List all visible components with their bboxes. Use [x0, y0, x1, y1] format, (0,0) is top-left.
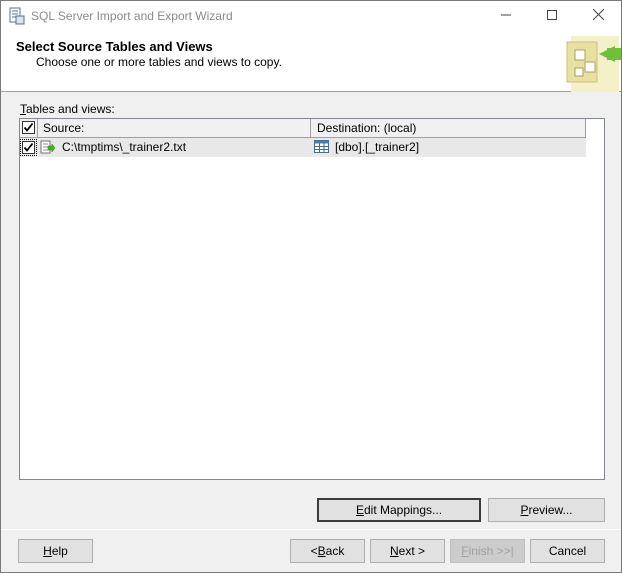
- page-subtitle: Choose one or more tables and views to c…: [36, 55, 282, 69]
- title-bar[interactable]: SQL Server Import and Export Wizard: [1, 1, 621, 31]
- page-title: Select Source Tables and Views: [16, 39, 213, 54]
- footer-separator: [1, 529, 621, 530]
- wizard-header-graphic-icon: [563, 32, 621, 92]
- wizard-header: Select Source Tables and Views Choose on…: [1, 31, 621, 92]
- table-row[interactable]: C:\tmptims\_trainer2.txt [dbo].[_trainer…: [20, 138, 586, 157]
- back-button[interactable]: < Back: [290, 539, 365, 563]
- close-icon: [592, 8, 604, 23]
- cancel-button[interactable]: Cancel: [530, 539, 605, 563]
- edit-mappings-button[interactable]: Edit Mappings...: [317, 498, 481, 522]
- source-path: C:\tmptims\_trainer2.txt: [62, 140, 187, 154]
- select-all-checkbox[interactable]: [22, 121, 35, 134]
- minimize-icon: [501, 9, 511, 23]
- table-icon: [314, 140, 330, 155]
- destination-table-name: [dbo].[_trainer2]: [335, 140, 420, 154]
- row-checkbox[interactable]: [22, 141, 35, 154]
- minimize-button[interactable]: [483, 1, 529, 31]
- select-all-header-cell[interactable]: [20, 119, 38, 137]
- maximize-icon: [547, 9, 557, 23]
- wizard-app-icon: [9, 7, 25, 25]
- flat-file-source-icon: [40, 140, 56, 155]
- destination-column-header[interactable]: Destination: (local): [311, 119, 586, 137]
- check-icon: [23, 122, 34, 132]
- window-title: SQL Server Import and Export Wizard: [31, 9, 233, 23]
- close-button[interactable]: [575, 1, 621, 31]
- tables-grid[interactable]: Source: Destination: (local) C:\tmptims\…: [19, 118, 605, 480]
- help-button[interactable]: Help: [18, 539, 93, 563]
- finish-button[interactable]: Finish >>|: [450, 539, 525, 563]
- preview-button[interactable]: Preview...: [488, 498, 605, 522]
- next-button[interactable]: Next >: [370, 539, 445, 563]
- tables-and-views-label: Tables and views:: [20, 102, 115, 116]
- check-icon: [23, 142, 34, 152]
- source-column-header[interactable]: Source:: [38, 119, 311, 137]
- grid-header: Source: Destination: (local): [20, 119, 586, 138]
- row-destination-cell[interactable]: [dbo].[_trainer2]: [311, 138, 586, 157]
- wizard-window: SQL Server Import and Export Wizard Sele…: [0, 0, 622, 573]
- row-check-cell[interactable]: [20, 138, 38, 157]
- maximize-button[interactable]: [529, 1, 575, 31]
- row-source-cell[interactable]: C:\tmptims\_trainer2.txt: [38, 138, 311, 157]
